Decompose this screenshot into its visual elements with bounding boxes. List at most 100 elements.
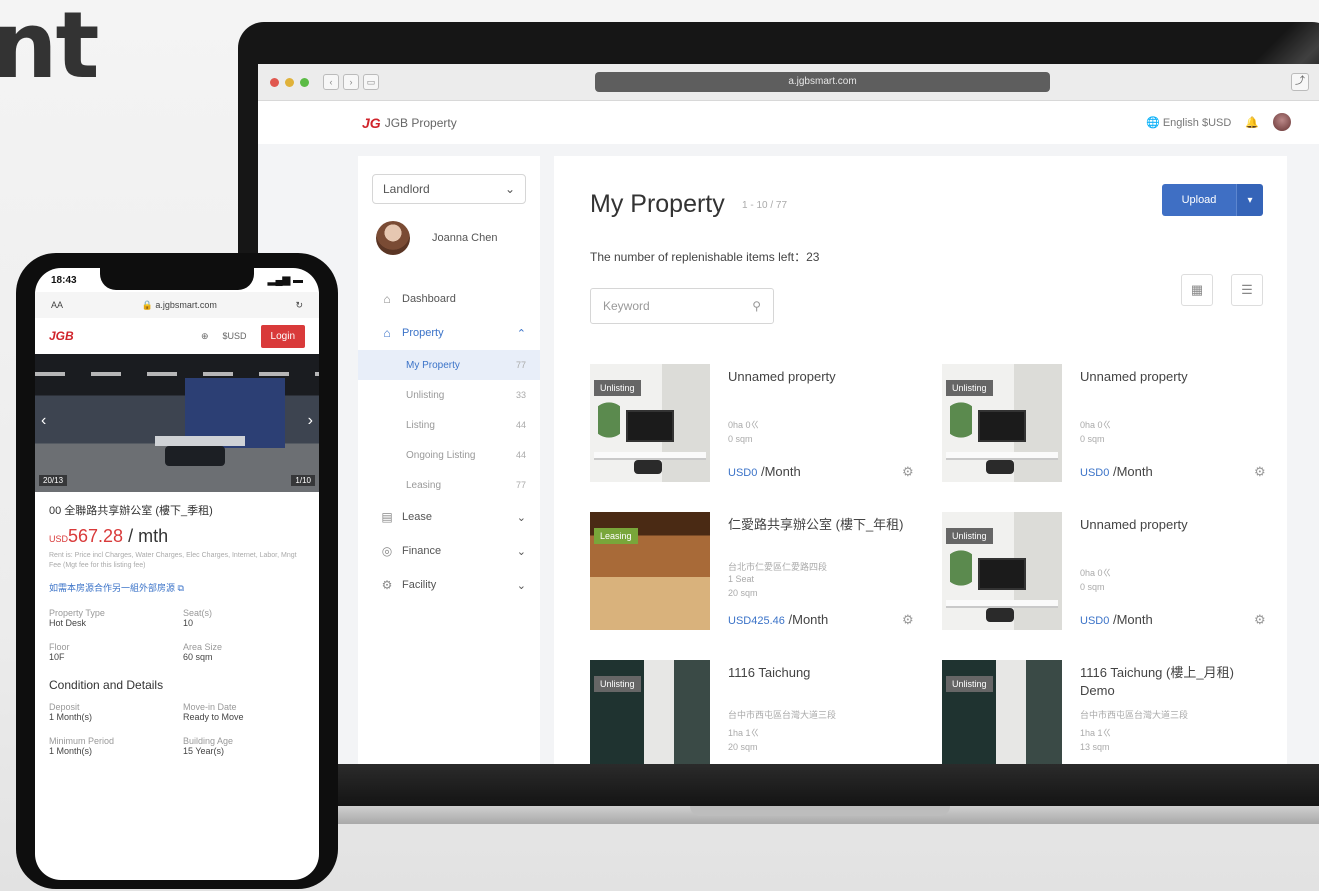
photo-counter-right: 1/10 (291, 475, 315, 486)
sidebar-subitem-ongoing-listing[interactable]: Ongoing Listing 44 (358, 440, 540, 470)
avatar[interactable] (1273, 113, 1291, 131)
property-address: 台北市仁愛區仁愛路四段 (728, 562, 828, 572)
detail-label: Property Type (49, 608, 105, 618)
sidebar-item-lease[interactable]: ▤ Lease ⌄ (358, 500, 540, 534)
login-button[interactable]: Login (260, 324, 305, 348)
laptop-screen: ‹ › ▭ a.jgbsmart.com ⤴ JG JGB Property 🌐… (258, 64, 1319, 764)
property-thumbnail[interactable]: Unlisting (942, 364, 1062, 482)
property-card[interactable]: Unlisting 1116 Taichung (樓上_月租) Demo 台中市… (942, 660, 1272, 764)
gear-icon[interactable]: ⚙ (902, 464, 914, 480)
globe-icon[interactable]: ⊕ (201, 331, 209, 342)
detail-value: 10F (49, 652, 65, 662)
detail-value: Ready to Move (183, 712, 244, 722)
close-window-button[interactable] (270, 77, 279, 87)
price-currency: USD (1080, 615, 1104, 627)
section-heading: Condition and Details (49, 678, 164, 692)
copy-icon[interactable]: ⧉ (178, 583, 184, 593)
gear-icon[interactable]: ⚙ (902, 612, 914, 628)
property-card[interactable]: Unlisting Unnamed property 0ha 0ㄍ 0 sqm … (590, 364, 920, 494)
notification-bell-icon[interactable]: 🔔 (1245, 116, 1259, 129)
sidebar-subitem-leasing[interactable]: Leasing 77 (358, 470, 540, 500)
language-selector[interactable]: 🌐 English $USD (1146, 116, 1231, 129)
app-logo[interactable]: JG JGB Property (362, 115, 457, 131)
chevron-left-icon[interactable]: ‹ (41, 412, 46, 430)
price-currency: USD (49, 534, 69, 544)
detail-value: 10 (183, 618, 194, 628)
search-icon[interactable]: ⚲ (752, 299, 761, 313)
detail-value: Hot Desk (49, 618, 87, 628)
phone-logo[interactable]: JGB (49, 329, 74, 343)
back-button[interactable]: ‹ (323, 74, 339, 90)
hero-text: nt (0, 0, 99, 99)
window-controls (270, 77, 309, 87)
property-title[interactable]: 1116 Taichung (728, 664, 914, 682)
detail-label: Area Size (183, 642, 223, 652)
price-amount: 425.46 (751, 615, 785, 627)
maximize-window-button[interactable] (300, 77, 309, 87)
property-thumbnail[interactable]: Unlisting (942, 512, 1062, 630)
upload-button-group: Upload ▾ (1162, 184, 1263, 216)
detail-label: Deposit (49, 702, 80, 712)
chevron-down-icon: ⌄ (516, 511, 526, 524)
chevron-up-icon: ⌃ (516, 327, 526, 340)
property-address: 台中市西屯區台灣大道三段 (1080, 710, 1189, 720)
property-card[interactable]: Unlisting Unnamed property 0ha 0ㄍ 0 sqm … (942, 512, 1272, 642)
gear-icon[interactable]: ⚙ (1254, 464, 1266, 480)
address-bar[interactable]: a.jgbsmart.com (595, 72, 1050, 92)
search-input[interactable]: Keyword ⚲ (590, 288, 774, 324)
property-thumbnail[interactable]: Leasing (590, 512, 710, 630)
reload-icon[interactable]: ↻ (295, 300, 303, 311)
property-title[interactable]: Unnamed property (728, 368, 914, 386)
property-title[interactable]: Unnamed property (1080, 368, 1266, 386)
user-name: Joanna Chen (432, 232, 498, 244)
property-thumbnail[interactable]: Unlisting (590, 364, 710, 482)
property-rooms: 1ha 1ㄍ (1080, 728, 1112, 738)
detail-label: Seat(s) (183, 608, 213, 618)
chevron-down-icon: ⌄ (516, 545, 526, 558)
sidebar-item-dashboard[interactable]: ⌂ Dashboard (358, 282, 540, 316)
price-currency: USD (728, 615, 752, 627)
detail-value: 1 Month(s) (49, 746, 93, 756)
property-card[interactable]: Leasing 仁愛路共享辦公室 (樓下_年租) 台北市仁愛區仁愛路四段 1 S… (590, 512, 920, 642)
sidebar-subitem-unlisting[interactable]: Unlisting 33 (358, 380, 540, 410)
grid-view-icon[interactable]: ▦ (1181, 274, 1213, 306)
price-currency: USD (728, 467, 752, 479)
property-thumbnail[interactable]: Unlisting (942, 660, 1062, 764)
upload-dropdown-button[interactable]: ▾ (1236, 184, 1263, 216)
property-area: 0 sqm (1080, 582, 1105, 592)
property-card[interactable]: Unlisting 1116 Taichung 台中市西屯區台灣大道三段 1ha… (590, 660, 920, 764)
forward-button[interactable]: › (343, 74, 359, 90)
price-unit: /Month (1112, 612, 1153, 627)
minimize-window-button[interactable] (285, 77, 294, 87)
phone-currency[interactable]: $USD (223, 331, 247, 341)
external-listing-link[interactable]: 如需本房源合作另一組外部房源 ⧉ (49, 581, 305, 594)
sidebar-toggle-button[interactable]: ▭ (363, 74, 379, 90)
role-select[interactable]: Landlord ⌄ (372, 174, 526, 204)
user-avatar[interactable] (376, 221, 410, 255)
phone-url: a.jgbsmart.com (155, 299, 217, 310)
property-photo-carousel[interactable]: ‹ › 20/13 1/10 (35, 354, 319, 492)
property-title[interactable]: 仁愛路共享辦公室 (樓下_年租) (728, 516, 914, 534)
sidebar-subitem-listing[interactable]: Listing 44 (358, 410, 540, 440)
reader-mode-button[interactable]: AA (51, 300, 63, 310)
chevron-right-icon[interactable]: › (308, 412, 313, 430)
home-icon: ⌂ (383, 326, 391, 340)
phone-address-bar[interactable]: AA 🔒 a.jgbsmart.com ↻ (35, 292, 319, 318)
property-title[interactable]: Unnamed property (1080, 516, 1266, 534)
lease-icon: ▤ (381, 510, 393, 524)
gear-icon[interactable]: ⚙ (1254, 612, 1266, 628)
sidebar-item-finance[interactable]: ◎ Finance ⌄ (358, 534, 540, 568)
upload-button[interactable]: Upload (1162, 184, 1236, 216)
property-card[interactable]: Unlisting Unnamed property 0ha 0ㄍ 0 sqm … (942, 364, 1272, 494)
list-view-icon[interactable]: ☰ (1231, 274, 1263, 306)
lock-icon: 🔒 (141, 299, 153, 310)
share-icon[interactable]: ⤴ (1291, 73, 1309, 91)
property-title[interactable]: 1116 Taichung (樓上_月租) Demo (1080, 664, 1266, 700)
sidebar-item-facility[interactable]: ⚙ Facility ⌄ (358, 568, 540, 602)
property-thumbnail[interactable]: Unlisting (590, 660, 710, 764)
finance-icon: ◎ (381, 544, 393, 558)
sidebar-item-property[interactable]: ⌂ Property ⌃ (358, 316, 540, 350)
sidebar-menu: ⌂ Dashboard ⌂ Property ⌃ My Property 77 Un… (358, 282, 540, 602)
sidebar-subitem-my-property[interactable]: My Property 77 (358, 350, 540, 380)
subitem-label: Ongoing Listing (406, 449, 476, 461)
